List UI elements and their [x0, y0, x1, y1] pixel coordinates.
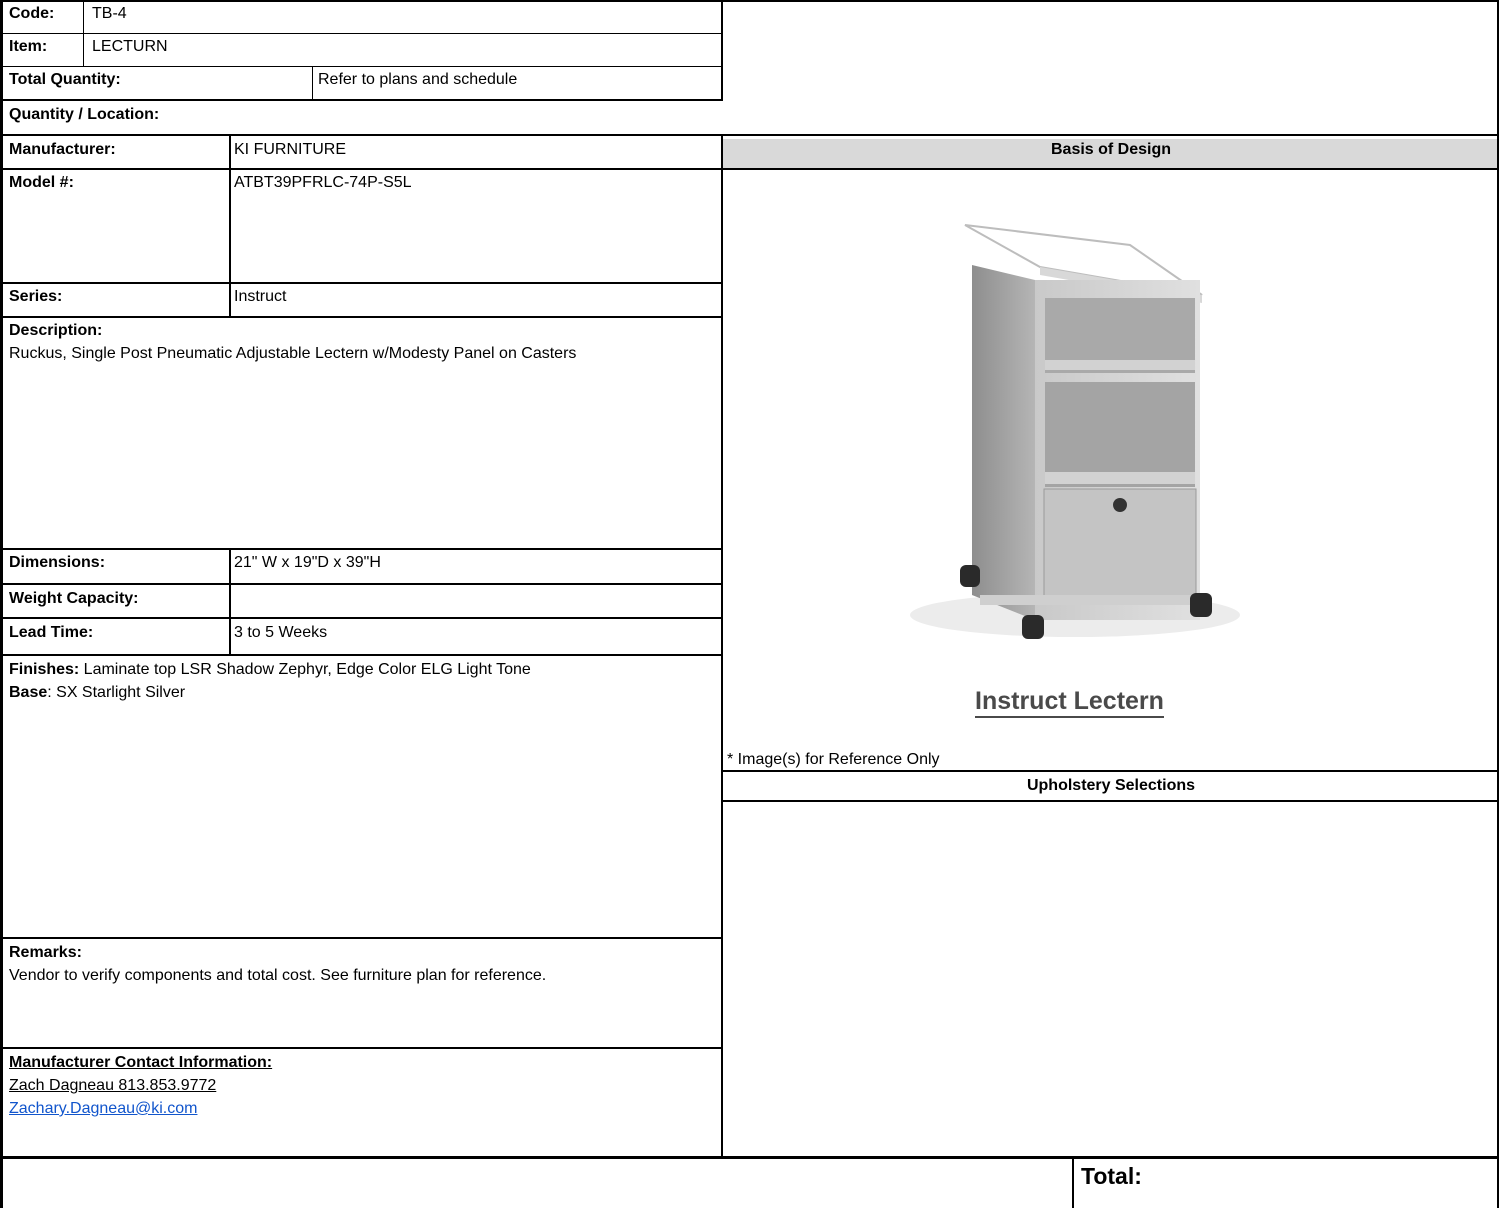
- col-line-main: [721, 134, 723, 1158]
- weight-capacity-label: Weight Capacity:: [9, 590, 139, 607]
- col-line-main: [721, 0, 723, 99]
- dimensions-label: Dimensions:: [9, 554, 106, 571]
- col-line: [229, 134, 231, 316]
- col-line: [312, 66, 313, 99]
- manufacturer-value: KI FURNITURE: [234, 141, 346, 158]
- quantity-location-label: Quantity / Location:: [9, 106, 160, 123]
- finishes-line: Finishes: Laminate top LSR Shadow Zephyr…: [9, 661, 531, 679]
- row-line: [0, 99, 723, 101]
- row-line: [0, 654, 723, 656]
- finishes-label: Finishes:: [9, 661, 80, 678]
- description-value: Ruckus, Single Post Pneumatic Adjustable…: [9, 345, 577, 362]
- contact-name: Zach Dagneau 813.853.9772: [9, 1077, 217, 1094]
- code-label: Code:: [9, 5, 55, 22]
- upholstery-selections-header: Upholstery Selections: [1026, 777, 1196, 794]
- total-quantity-label: Total Quantity:: [9, 71, 121, 88]
- total-quantity-value: Refer to plans and schedule: [318, 71, 518, 88]
- col-line: [229, 548, 231, 654]
- row-line: [0, 168, 1499, 170]
- remarks-value: Vendor to verify components and total co…: [9, 967, 547, 984]
- lead-time-value: 3 to 5 Weeks: [234, 624, 328, 641]
- row-line: [0, 316, 723, 318]
- border-left: [0, 0, 3, 1208]
- row-line: [0, 937, 723, 939]
- base-line: Base: SX Starlight Silver: [9, 684, 185, 702]
- model-label: Model #:: [9, 174, 74, 191]
- total-label: Total:: [1081, 1163, 1142, 1189]
- image-caption: Instruct Lectern: [975, 686, 1164, 718]
- row-line: [0, 282, 723, 284]
- col-line: [83, 0, 84, 66]
- dimensions-value: 21" W x 19"D x 39"H: [234, 554, 381, 571]
- row-line: [723, 800, 1499, 802]
- reference-note: * Image(s) for Reference Only: [727, 751, 940, 768]
- row-line: [0, 548, 723, 550]
- row-line: [0, 1156, 1499, 1159]
- item-value: LECTURN: [92, 38, 168, 55]
- col-line: [1072, 1156, 1074, 1208]
- basis-of-design-header: Basis of Design: [1050, 141, 1172, 158]
- series-value: Instruct: [234, 288, 287, 305]
- row-line: [0, 583, 723, 585]
- lectern-image: [910, 224, 1240, 639]
- row-line: [0, 33, 723, 34]
- border-top: [0, 0, 1499, 2]
- row-line: [723, 770, 1499, 772]
- row-line: [0, 134, 1499, 136]
- row-line: [0, 66, 723, 67]
- item-label: Item:: [9, 38, 48, 55]
- contact-info-label: Manufacturer Contact Information:: [9, 1054, 273, 1071]
- contact-email-link[interactable]: Zachary.Dagneau@ki.com: [9, 1100, 197, 1118]
- manufacturer-label: Manufacturer:: [9, 141, 116, 158]
- base-label: Base: [9, 684, 48, 701]
- code-value: TB-4: [92, 5, 127, 22]
- row-line: [0, 617, 723, 619]
- lead-time-label: Lead Time:: [9, 624, 94, 641]
- description-label: Description:: [9, 322, 103, 339]
- remarks-label: Remarks:: [9, 944, 82, 961]
- series-label: Series:: [9, 288, 63, 305]
- base-value: : SX Starlight Silver: [47, 684, 186, 701]
- model-value: ATBT39PFRLC-74P-S5L: [234, 174, 412, 191]
- finishes-value: Laminate top LSR Shadow Zephyr, Edge Col…: [79, 661, 531, 678]
- row-line: [0, 1047, 723, 1049]
